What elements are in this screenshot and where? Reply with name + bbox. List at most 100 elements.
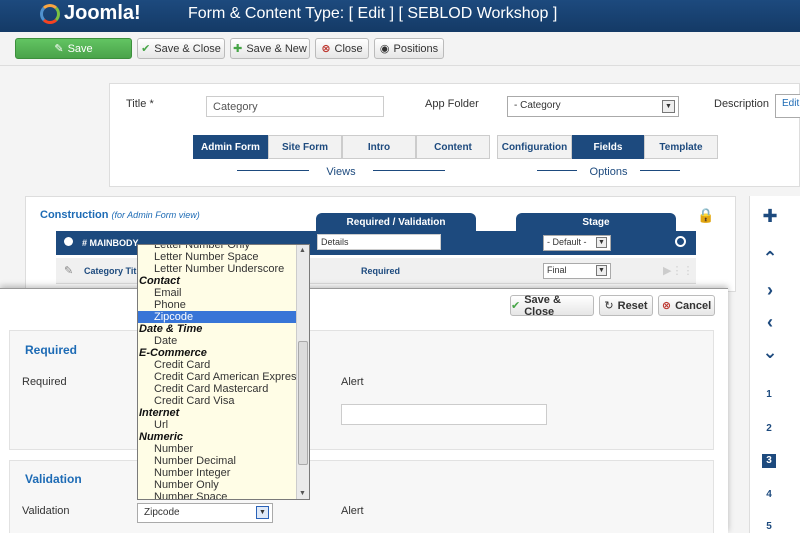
position-1[interactable]: 1: [762, 388, 776, 402]
validation-section: [9, 460, 714, 533]
save-button[interactable]: ✎ Save: [15, 38, 132, 59]
tab-content[interactable]: Content: [416, 135, 490, 159]
validation-section-title: Validation: [25, 472, 82, 486]
details-input[interactable]: [317, 234, 441, 250]
modal-reset-button[interactable]: ↻ Reset: [599, 295, 653, 316]
dropdown-group-label: Date & Time: [139, 323, 203, 335]
required-section: [9, 330, 714, 450]
dropdown-option[interactable]: Credit Card Visa: [138, 395, 298, 407]
dropdown-option[interactable]: Credit Card American Express: [138, 371, 302, 383]
mainbody-label: # MAINBODY: [82, 238, 139, 248]
dropdown-group-label: E-Commerce: [139, 347, 207, 359]
dropdown-group-label: Numeric: [139, 431, 184, 443]
dropdown-option[interactable]: Phone: [138, 299, 298, 311]
close-icon: ⊗: [321, 43, 331, 55]
field-name[interactable]: Category Titl: [84, 266, 139, 276]
stage-default-select[interactable]: - Default - ▼: [543, 235, 611, 251]
plus-icon[interactable]: ✚: [760, 206, 780, 227]
chevron-down-icon: ▼: [596, 237, 607, 248]
tab-admin-form[interactable]: Admin Form: [193, 135, 268, 159]
joomla-logo-icon: [40, 3, 60, 24]
dropdown-option[interactable]: Url: [138, 419, 298, 431]
dropdown-scrollbar[interactable]: ▲ ▼: [296, 245, 309, 499]
options-label: Options: [589, 166, 628, 178]
validation-select[interactable]: Zipcode ▼: [137, 503, 273, 523]
description-label: Description: [714, 98, 770, 110]
scroll-thumb[interactable]: [298, 341, 308, 465]
edit-icon: ✎: [54, 43, 64, 55]
dropdown-option[interactable]: Letter Number Only: [138, 245, 298, 251]
alert-label-2: Alert: [341, 505, 364, 517]
position-2[interactable]: 2: [762, 422, 776, 436]
modal-save-close-button[interactable]: ✔ Save & Close: [510, 294, 594, 318]
toolbar: ✎ Save ✔ Save & Close ✚ Save & New ⊗ Clo…: [0, 32, 800, 66]
position-4[interactable]: 4: [762, 488, 776, 502]
title-label: Title *: [126, 98, 154, 110]
options-divider-right: [640, 170, 680, 171]
pencil-icon[interactable]: ✎: [64, 264, 73, 277]
lock-icon[interactable]: 🔒: [697, 207, 714, 224]
field-settings-modal: ✔ Save & Close ↻ Reset ⊗ Cancel Required…: [0, 288, 728, 533]
dropdown-group-label: Contact: [139, 275, 180, 287]
arrow-up-icon[interactable]: ⌃: [760, 248, 780, 269]
dropdown-option[interactable]: Number Space: [138, 491, 298, 499]
positions-button[interactable]: ◉ Positions: [374, 38, 444, 59]
validation-label: Validation: [22, 505, 70, 517]
save-new-button[interactable]: ✚ Save & New: [230, 38, 310, 59]
dropdown-option[interactable]: Zipcode: [138, 311, 298, 323]
required-section-title: Required: [25, 343, 78, 357]
stage-header: Stage: [516, 213, 676, 233]
alert-input[interactable]: [341, 404, 547, 425]
logo-text: Joomla!: [64, 2, 141, 24]
eye-icon: ◉: [379, 43, 390, 55]
dropdown-option[interactable]: Letter Number Space: [138, 251, 298, 263]
toggle-icon[interactable]: [675, 236, 686, 247]
validation-dropdown-list[interactable]: Letter Number Only Letter Number Space Let…: [137, 244, 310, 500]
radio-icon[interactable]: [64, 237, 73, 246]
joomla-logo[interactable]: Joomla!: [40, 2, 141, 25]
required-validation-header: Required / Validation: [316, 213, 476, 233]
dropdown-option[interactable]: Number Integer: [138, 467, 298, 479]
tab-intro[interactable]: Intro: [342, 135, 416, 159]
options-tabs: Configuration Fields Template: [497, 135, 718, 159]
dropdown-option[interactable]: Number Decimal: [138, 455, 298, 467]
reset-icon: ↻: [604, 300, 614, 312]
tab-template[interactable]: Template: [644, 135, 718, 159]
chevron-down-icon: ▼: [662, 100, 675, 113]
app-folder-label: App Folder: [425, 98, 479, 110]
drag-handle-icon[interactable]: ▶⋮⋮: [663, 264, 693, 277]
chevron-down-icon: ▼: [256, 506, 269, 519]
app-folder-select[interactable]: - Category ▼: [507, 96, 679, 117]
views-tabs: Admin Form Site Form Intro Content: [193, 135, 490, 159]
arrow-down-icon[interactable]: ⌄: [760, 342, 780, 363]
save-close-button[interactable]: ✔ Save & Close: [137, 38, 225, 59]
arrow-right-icon[interactable]: ›: [760, 280, 780, 301]
tab-configuration[interactable]: Configuration: [497, 135, 572, 159]
arrow-left-icon[interactable]: ‹: [760, 312, 780, 333]
tab-fields[interactable]: Fields: [572, 135, 644, 159]
admin-header: Joomla! Form & Content Type: [ Edit ] [ …: [0, 0, 800, 32]
dropdown-option[interactable]: Letter Number Underscore: [138, 263, 298, 275]
layout-sidebar: ✚ ⌃ › ‹ ⌄ 1 2 3 4 5: [749, 196, 800, 533]
field-required[interactable]: Required: [361, 266, 400, 276]
description-edit-button[interactable]: Edit: [775, 94, 800, 118]
close-button[interactable]: ⊗ Close: [315, 38, 369, 59]
dropdown-option[interactable]: Number Only: [138, 479, 298, 491]
dropdown-option[interactable]: Date: [138, 335, 298, 347]
dropdown-option[interactable]: Credit Card: [138, 359, 298, 371]
scroll-down-icon[interactable]: ▼: [299, 490, 306, 497]
title-input[interactable]: [206, 96, 384, 117]
scroll-up-icon[interactable]: ▲: [299, 247, 306, 254]
construction-title: Construction (for Admin Form view): [40, 209, 200, 221]
position-3[interactable]: 3: [762, 454, 776, 468]
position-5[interactable]: 5: [762, 520, 776, 533]
stage-final-select[interactable]: Final ▼: [543, 263, 611, 279]
page-title: Form & Content Type: [ Edit ] [ SEBLOD W…: [188, 5, 558, 22]
dropdown-option[interactable]: Number: [138, 443, 298, 455]
cancel-icon: ⊗: [661, 300, 672, 312]
dropdown-option[interactable]: Credit Card Mastercard: [138, 383, 298, 395]
tab-site-form[interactable]: Site Form: [268, 135, 342, 159]
modal-cancel-button[interactable]: ⊗ Cancel: [658, 295, 715, 316]
alert-label: Alert: [341, 376, 364, 388]
dropdown-option[interactable]: Email: [138, 287, 298, 299]
